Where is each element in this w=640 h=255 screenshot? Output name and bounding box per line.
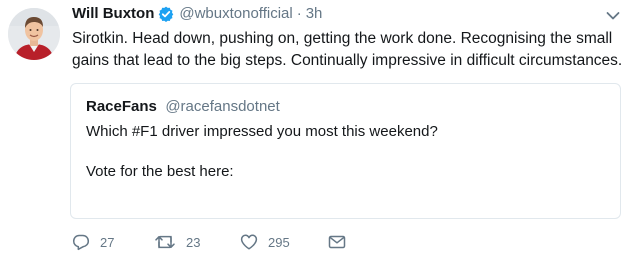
- quoted-tweet-text: Which #F1 driver impressed you most this…: [86, 122, 606, 182]
- author-handle[interactable]: @wbuxtonofficial: [179, 5, 292, 22]
- header-separator: ·: [296, 5, 302, 22]
- like-button[interactable]: 295: [240, 233, 328, 251]
- envelope-icon: [328, 235, 346, 249]
- avatar-image: [8, 8, 60, 60]
- direct-message-button[interactable]: [328, 234, 346, 250]
- quoted-author-name: RaceFans: [86, 98, 157, 115]
- avatar[interactable]: [8, 8, 60, 60]
- heart-icon: [240, 234, 258, 250]
- quoted-tweet-line: Which #F1 driver impressed you most this…: [86, 123, 438, 140]
- chevron-down-icon[interactable]: [606, 11, 620, 21]
- verified-badge-icon: [158, 6, 174, 22]
- retweet-count: 23: [186, 234, 201, 250]
- tweet-header: Will Buxton @wbuxtonofficial · 3h: [72, 5, 322, 22]
- quoted-tweet[interactable]: RaceFans @racefansdotnet Which #F1 drive…: [70, 83, 621, 219]
- retweet-button[interactable]: 23: [154, 233, 240, 251]
- author-name[interactable]: Will Buxton: [72, 5, 154, 22]
- like-count: 295: [268, 234, 290, 250]
- tweet-text: Sirotkin. Head down, pushing on, getting…: [72, 30, 623, 69]
- tweet: Will Buxton @wbuxtonofficial · 3h Sirotk…: [0, 0, 640, 255]
- quoted-author-handle: @racefansdotnet: [165, 98, 280, 115]
- quoted-tweet-header: RaceFans @racefansdotnet: [86, 98, 280, 116]
- retweet-icon: [155, 235, 175, 249]
- reply-count: 27: [100, 234, 115, 250]
- action-bar: 27 23 295: [72, 233, 346, 251]
- quoted-tweet-line: Vote for the best here:: [86, 163, 234, 180]
- timestamp[interactable]: 3h: [306, 5, 323, 22]
- reply-icon: [72, 234, 90, 251]
- reply-button[interactable]: 27: [72, 233, 154, 251]
